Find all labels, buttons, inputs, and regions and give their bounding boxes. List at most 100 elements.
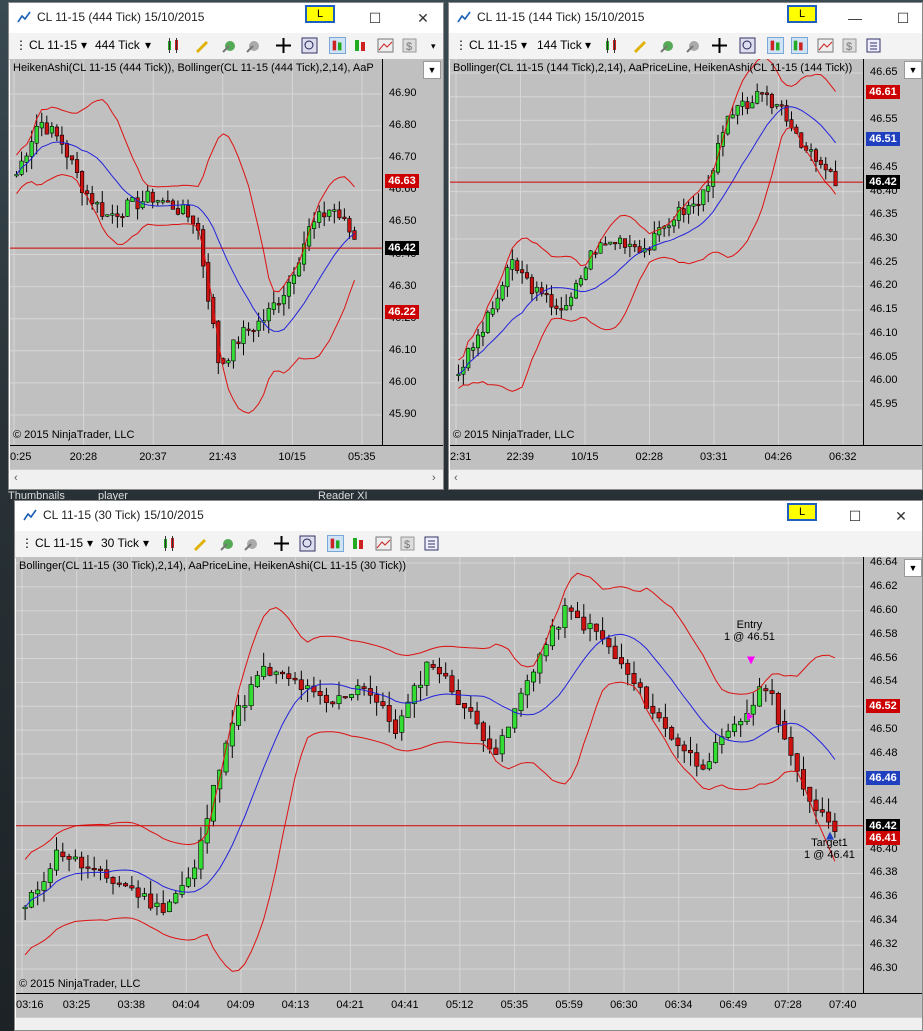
chart-trader-icon[interactable]	[791, 37, 808, 54]
candle-body	[317, 211, 322, 223]
zoom-icon[interactable]	[739, 37, 756, 54]
snapshot-icon[interactable]	[377, 37, 394, 54]
strategy-icon[interactable]	[685, 37, 702, 54]
pencil-icon[interactable]	[631, 37, 648, 54]
candle-body	[116, 882, 122, 885]
link-button[interactable]: L	[787, 503, 817, 521]
chart-window-444-tick[interactable]: CL 11-15 (444 Tick) 15/10/2015 L ☐ ✕ ⋮ C…	[8, 2, 444, 490]
properties-icon[interactable]	[865, 37, 882, 54]
chevron-down-icon[interactable]: ▾	[81, 38, 87, 52]
title-bar[interactable]: CL 11-15 (144 Tick) 15/10/2015 L — ☐	[449, 3, 922, 33]
add-indicator-icon[interactable]	[219, 535, 236, 552]
scroll-left-icon[interactable]: ‹	[454, 472, 458, 484]
candlestick-style-icon[interactable]	[161, 535, 178, 552]
close-icon[interactable]: ✕	[891, 506, 911, 526]
close-icon[interactable]: ✕	[413, 8, 433, 28]
crosshair-icon[interactable]	[273, 535, 290, 552]
title-bar[interactable]: CL 11-15 (30 Tick) 15/10/2015 L ☐ ✕	[15, 501, 922, 531]
instrument-selector[interactable]: CL 11-15	[35, 536, 83, 550]
scroll-right-icon[interactable]: ›	[432, 472, 436, 484]
chevron-down-icon[interactable]: ▾	[585, 38, 591, 52]
pencil-icon[interactable]	[193, 37, 210, 54]
dollar-icon[interactable]: $	[401, 37, 418, 54]
time-axis[interactable]: 2:31 22:39 10/15 02:28 03:31 04:26 06:32	[450, 445, 922, 470]
candle-body	[198, 839, 204, 870]
candle-body	[327, 209, 332, 217]
candle-body	[135, 887, 141, 898]
toolbar-grip-icon: ⋮	[21, 536, 33, 550]
time-tick-label: 05:35	[348, 451, 376, 463]
maximize-icon[interactable]: ☐	[893, 8, 913, 28]
chevron-down-icon[interactable]: ▾	[521, 38, 527, 52]
price-chart[interactable]	[450, 59, 863, 445]
chart-window-30-tick[interactable]: CL 11-15 (30 Tick) 15/10/2015 L ☐ ✕ ⋮ CL…	[14, 500, 923, 1031]
candle-body	[449, 675, 455, 693]
price-axis[interactable]: ▼ 46.6546.6046.5546.5046.4546.4046.3546.…	[863, 59, 922, 445]
add-indicator-icon[interactable]	[221, 37, 238, 54]
properties-icon[interactable]	[423, 535, 440, 552]
candle-body	[487, 738, 493, 750]
chart-trader-icon[interactable]	[351, 535, 368, 552]
strategy-icon[interactable]	[245, 37, 262, 54]
chevron-down-icon[interactable]: ▼	[904, 61, 922, 79]
zoom-icon[interactable]	[301, 37, 318, 54]
toolbar-overflow-icon[interactable]: ▾	[431, 41, 436, 52]
horizontal-scrollbar[interactable]: ‹ ›	[10, 469, 443, 489]
chevron-down-icon[interactable]: ▾	[143, 536, 149, 550]
price-tick-label: 46.48	[870, 747, 898, 760]
minimize-icon[interactable]: —	[845, 8, 865, 28]
price-chart[interactable]	[10, 59, 382, 445]
candle-body	[24, 155, 29, 163]
chart-trader-icon[interactable]	[353, 37, 370, 54]
horizontal-scrollbar[interactable]	[16, 1017, 922, 1030]
maximize-icon[interactable]: ☐	[365, 8, 385, 28]
strategy-icon[interactable]	[243, 535, 260, 552]
chevron-down-icon[interactable]: ▾	[87, 536, 93, 550]
dollar-icon[interactable]: $	[841, 37, 858, 54]
chevron-down-icon[interactable]: ▼	[423, 61, 441, 79]
data-box-icon[interactable]	[329, 37, 346, 54]
link-button[interactable]: L	[305, 5, 335, 23]
data-box-icon[interactable]	[327, 535, 344, 552]
link-button[interactable]: L	[787, 5, 817, 23]
snapshot-icon[interactable]	[375, 535, 392, 552]
interval-selector[interactable]: 30 Tick	[101, 536, 139, 550]
title-bar[interactable]: CL 11-15 (444 Tick) 15/10/2015 L ☐ ✕	[9, 3, 443, 33]
zoom-icon[interactable]	[299, 535, 316, 552]
price-axis[interactable]: ▼ 46.64 46.62 46.60 46.58 46.56 46.54 46.52 46.…	[863, 556, 922, 993]
candlestick-style-icon[interactable]	[165, 37, 182, 54]
interval-selector[interactable]: 144 Tick	[537, 38, 582, 52]
chart-panel[interactable]: HeikenAshi(CL 11-15 (444 Tick)), Bolling…	[10, 59, 382, 445]
instrument-selector[interactable]: CL 11-15	[469, 38, 517, 52]
dollar-icon[interactable]: $	[399, 535, 416, 552]
candle-body	[418, 684, 424, 688]
candle-body	[493, 747, 499, 755]
crosshair-icon[interactable]	[275, 37, 292, 54]
time-axis[interactable]: 0:25 20:28 20:37 21:43 10/15 05:35	[10, 445, 443, 470]
time-axis[interactable]: 03:16 03:25 03:38 04:04 04:09 04:13 04:21 04:41…	[16, 993, 922, 1018]
time-tick-label: 20:37	[139, 451, 167, 463]
horizontal-scrollbar[interactable]: ‹	[450, 469, 922, 489]
candle-body	[725, 730, 731, 738]
candlestick-style-icon[interactable]	[603, 37, 620, 54]
candle-body	[637, 682, 643, 688]
scroll-left-icon[interactable]: ‹	[14, 472, 18, 484]
price-tick-label: 46.56	[870, 651, 898, 664]
instrument-selector[interactable]: CL 11-15	[29, 38, 77, 52]
chevron-down-icon[interactable]: ▾	[145, 38, 151, 52]
candle-body	[706, 185, 711, 192]
chevron-down-icon[interactable]: ▼	[904, 559, 922, 577]
chart-window-144-tick[interactable]: CL 11-15 (144 Tick) 15/10/2015 L — ☐ ⋮ C…	[448, 2, 923, 490]
candle-body	[524, 272, 530, 279]
snapshot-icon[interactable]	[817, 37, 834, 54]
maximize-icon[interactable]: ☐	[845, 506, 865, 526]
chart-panel[interactable]: Bollinger(CL 11-15 (30 Tick),2,14), AaPr…	[16, 557, 863, 993]
crosshair-icon[interactable]	[711, 37, 728, 54]
data-box-icon[interactable]	[767, 37, 784, 54]
chart-panel[interactable]: Bollinger(CL 11-15 (144 Tick),2,14), AaP…	[450, 59, 863, 445]
candle-body	[556, 627, 562, 630]
pencil-icon[interactable]	[191, 535, 208, 552]
interval-selector[interactable]: 444 Tick	[95, 38, 140, 52]
price-axis[interactable]: ▼ 46.9046.8046.7046.6046.5046.4046.3046.…	[382, 59, 443, 445]
add-indicator-icon[interactable]	[659, 37, 676, 54]
